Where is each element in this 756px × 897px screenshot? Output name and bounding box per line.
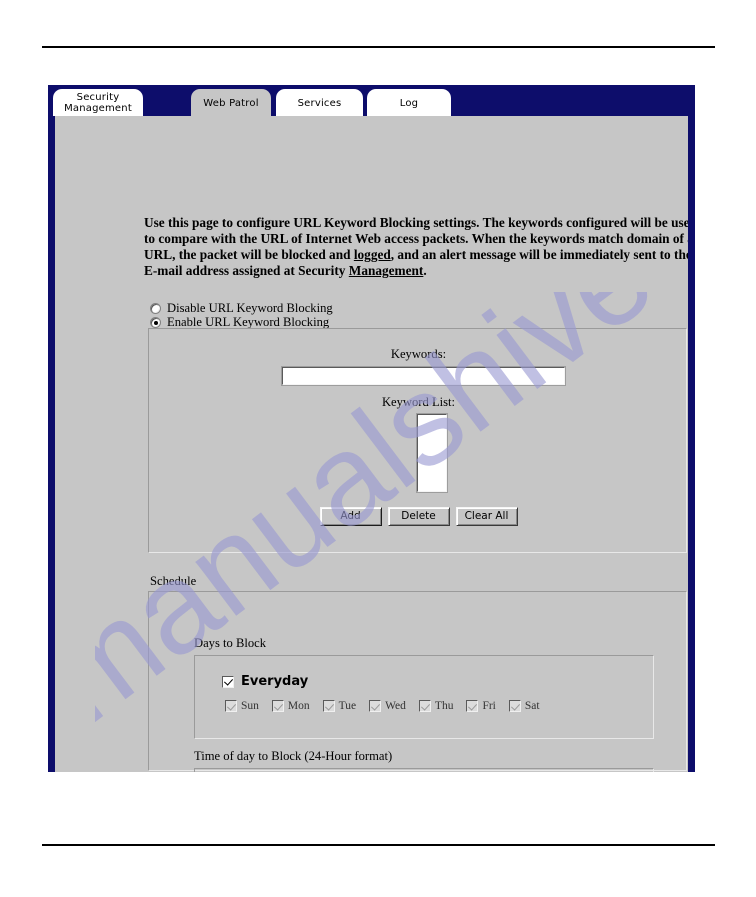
checkbox-icon-checked-disabled xyxy=(369,700,382,712)
keyword-settings-group: Keywords: Keyword List: Add Delete Clear… xyxy=(148,328,687,553)
delete-button[interactable]: Delete xyxy=(387,507,450,526)
description-link-logged: logged xyxy=(353,247,391,262)
tab-label-line2: Management xyxy=(64,103,132,114)
time-of-day-label: Time of day to Block (24-Hour format) xyxy=(194,749,393,763)
checkbox-day-tue[interactable]: Tue xyxy=(319,700,356,712)
router-ui-frame: Security Management Web Patrol Services … xyxy=(48,85,695,772)
checkbox-label: Sat xyxy=(524,700,540,712)
checkbox-icon-checked-disabled xyxy=(322,700,335,712)
checkbox-day-thu[interactable]: Thu xyxy=(415,700,454,712)
add-button[interactable]: Add xyxy=(319,507,382,526)
checkbox-label: Tue xyxy=(338,700,357,712)
description-part-3: . xyxy=(423,263,427,278)
clear-all-button[interactable]: Clear All xyxy=(455,507,518,526)
checkbox-day-fri[interactable]: Fri xyxy=(462,700,496,712)
radio-disable-url-keyword-blocking[interactable]: Disable URL Keyword Blocking xyxy=(150,301,333,316)
page-rule-top xyxy=(42,46,715,48)
tab-services[interactable]: Services xyxy=(276,89,363,116)
keyword-list-label: Keyword List: xyxy=(381,395,456,409)
tab-web-patrol[interactable]: Web Patrol xyxy=(191,89,271,116)
radio-button-icon-selected xyxy=(150,317,161,328)
description-link-management: Management xyxy=(348,263,424,278)
tab-bar: Security Management Web Patrol Services … xyxy=(48,85,695,116)
checkbox-icon-checked-disabled xyxy=(418,700,431,712)
tab-security-management[interactable]: Security Management xyxy=(53,89,143,116)
tab-label: Services xyxy=(297,97,342,109)
time-of-day-group: All day Start : 0 (hour) 0 (min) End : 0… xyxy=(194,768,654,772)
schedule-section-label: Schedule xyxy=(150,574,197,588)
checkbox-icon-checked-disabled xyxy=(225,700,237,712)
checkbox-label: Wed xyxy=(385,700,406,712)
day-checkbox-row: Sun Mon Tue Wed Thu Fri Sat xyxy=(221,700,549,712)
days-to-block-group: Everyday Sun Mon Tue Wed Thu Fri Sat xyxy=(194,655,654,739)
tab-label: Log xyxy=(399,97,419,109)
checkbox-day-sun[interactable]: Sun xyxy=(221,700,259,712)
days-to-block-label: Days to Block xyxy=(194,636,267,650)
tab-label-line1: Security xyxy=(76,92,120,103)
checkbox-icon-checked xyxy=(222,675,234,688)
page-rule-bottom xyxy=(42,844,715,846)
schedule-group: Days to Block Everyday Sun Mon Tue Wed T… xyxy=(148,591,687,772)
checkbox-label: Thu xyxy=(434,700,454,712)
tab-log[interactable]: Log xyxy=(367,89,451,116)
checkbox-label: Mon xyxy=(287,700,310,712)
checkbox-label: Everyday xyxy=(241,674,309,689)
radio-button-icon xyxy=(150,303,161,314)
checkbox-label: Sun xyxy=(241,700,259,712)
radio-label: Disable URL Keyword Blocking xyxy=(167,301,333,315)
keyword-list-box[interactable] xyxy=(416,413,448,493)
tab-label: Web Patrol xyxy=(203,97,259,109)
checkbox-everyday[interactable]: Everyday xyxy=(222,674,308,689)
settings-panel: Use this page to configure URL Keyword B… xyxy=(55,116,688,772)
keyword-action-buttons: Add Delete Clear All xyxy=(149,507,688,526)
keywords-input[interactable] xyxy=(281,366,566,386)
page-description: Use this page to configure URL Keyword B… xyxy=(144,215,688,279)
keywords-field-label: Keywords: xyxy=(390,347,447,361)
checkbox-icon-checked-disabled xyxy=(271,700,284,712)
checkbox-icon-checked-disabled xyxy=(508,700,521,712)
checkbox-day-wed[interactable]: Wed xyxy=(365,700,406,712)
checkbox-day-mon[interactable]: Mon xyxy=(268,700,310,712)
checkbox-label: Fri xyxy=(482,700,496,712)
checkbox-day-sat[interactable]: Sat xyxy=(505,700,540,712)
checkbox-icon-checked-disabled xyxy=(466,700,479,712)
